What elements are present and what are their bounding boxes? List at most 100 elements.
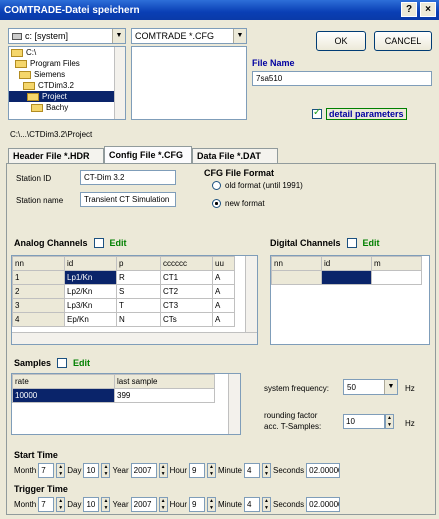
table-row[interactable]: 1 Lp1/Kn R CT1 A	[12, 270, 235, 285]
spin-icon[interactable]: ▲ ▼	[158, 463, 168, 478]
cfg-format-title: CFG File Format	[204, 168, 275, 178]
rounding-factor-stepper[interactable]: 10 ▲ ▼	[343, 414, 394, 429]
system-frequency-label: system frequency:	[264, 384, 329, 393]
start-time-row: Month 7 ▲ ▼ Day 10 ▲ ▼ Year 2007 ▲ ▼ Hour 9 ▲ ▼ …	[14, 463, 341, 478]
rounding-factor-input[interactable]: 10	[343, 414, 385, 429]
trigger-month-input[interactable]: 7	[38, 497, 55, 512]
detail-parameters-checkbox[interactable]	[312, 107, 322, 119]
file-name-label: File Name	[252, 58, 295, 68]
table-row[interactable]: 4 Ep/Kn N CTs A	[12, 312, 235, 327]
col-header: cccccc	[160, 256, 213, 271]
table-row[interactable]: 3 Lp3/Kn T CT3 A	[12, 298, 235, 313]
analog-table: nn id p cccccc uu 1 Lp1/Kn R CT1 A 2 Lp2…	[12, 256, 235, 327]
digital-edit-checkbox[interactable]	[346, 238, 357, 248]
start-seconds-input[interactable]: 02.000000	[306, 463, 341, 478]
spin-icon[interactable]: ▲ ▼	[206, 463, 216, 478]
folder-item[interactable]: Siemens	[9, 69, 125, 80]
col-header: nn	[271, 256, 322, 271]
col-header: id	[64, 256, 117, 271]
col-header: nn	[12, 256, 65, 271]
folder-item-selected[interactable]: Project	[9, 91, 125, 102]
col-header: p	[116, 256, 161, 271]
rounding-factor-label: rounding factor acc. T-Samples:	[264, 411, 322, 431]
system-frequency-combo[interactable]: 50 ▼	[343, 379, 398, 395]
radio-selected-icon[interactable]	[212, 199, 221, 208]
samples-title: Samples	[14, 358, 52, 368]
tab-header-file[interactable]: Header File *.HDR	[8, 148, 104, 163]
trigger-day-input[interactable]: 10	[83, 497, 100, 512]
detail-parameters[interactable]: detail parameters	[312, 107, 407, 120]
station-name-input[interactable]: Transient CT Simulation	[80, 192, 176, 207]
tab-config-file[interactable]: Config File *.CFG	[104, 146, 192, 163]
folder-item[interactable]: CTDim3.2	[9, 80, 125, 91]
digital-channels-grid[interactable]: nn id m	[270, 255, 430, 345]
start-year-input[interactable]: 2007	[130, 463, 157, 478]
spin-icon[interactable]: ▲ ▼	[101, 463, 111, 478]
digital-channels-header: Digital Channels Edit	[270, 238, 380, 248]
spin-icon[interactable]: ▲ ▼	[206, 497, 216, 512]
help-button[interactable]: ?	[401, 2, 417, 17]
folder-item[interactable]: C:\	[9, 47, 125, 58]
spin-icon[interactable]: ▲ ▼	[158, 497, 168, 512]
trigger-year-input[interactable]: 2007	[130, 497, 157, 512]
current-path: C:\...\CTDim3.2\Project	[10, 130, 93, 139]
table-row[interactable]	[271, 270, 422, 285]
digital-table: nn id m	[271, 256, 422, 285]
samples-header: Samples Edit	[14, 358, 90, 368]
detail-parameters-label: detail parameters	[326, 108, 407, 120]
samples-edit-checkbox[interactable]	[57, 358, 68, 368]
new-format-option[interactable]: new format	[212, 199, 265, 208]
title-bar: COMTRADE-Datei speichern ? ×	[0, 0, 439, 20]
drive-combo[interactable]: c: [system] ▼	[8, 28, 126, 44]
start-minute-input[interactable]: 4	[244, 463, 260, 478]
ok-button[interactable]: OK	[316, 31, 366, 51]
trigger-seconds-input[interactable]: 02.000000	[306, 497, 341, 512]
filter-combo[interactable]: COMTRADE *.CFG ▼	[131, 28, 247, 44]
cancel-button[interactable]: CANCEL	[374, 31, 432, 51]
trigger-minute-input[interactable]: 4	[244, 497, 260, 512]
analog-vertical-scrollbar[interactable]	[245, 256, 257, 332]
analog-horizontal-scrollbar[interactable]	[12, 332, 257, 344]
folder-icon	[23, 81, 35, 90]
spin-icon[interactable]: ▲ ▼	[56, 497, 66, 512]
trigger-time-row: Month 7 ▲ ▼ Day 10 ▲ ▼ Year 2007 ▲ ▼ Hour 9 ▲ ▼ …	[14, 497, 341, 512]
old-format-option[interactable]: old format (until 1991)	[212, 181, 303, 190]
analog-channels-header: Analog Channels Edit	[14, 238, 127, 248]
radio-icon[interactable]	[212, 181, 221, 190]
start-month-input[interactable]: 7	[38, 463, 55, 478]
trigger-hour-input[interactable]: 9	[188, 497, 205, 512]
samples-scrollbar[interactable]	[228, 374, 240, 434]
folder-icon	[27, 92, 39, 101]
table-row[interactable]: 2 Lp2/Kn S CT2 A	[12, 284, 235, 299]
col-header: m	[371, 256, 422, 271]
folder-item[interactable]: Bachy	[9, 102, 125, 113]
tab-data-file[interactable]: Data File *.DAT	[192, 148, 278, 163]
folder-icon	[31, 103, 43, 112]
chevron-down-icon[interactable]: ▼	[233, 29, 246, 43]
spin-icon[interactable]: ▲ ▼	[385, 414, 394, 429]
folder-item[interactable]: Program Files	[9, 58, 125, 69]
start-day-input[interactable]: 10	[83, 463, 100, 478]
analog-channels-grid[interactable]: nn id p cccccc uu 1 Lp1/Kn R CT1 A 2 Lp2…	[11, 255, 258, 345]
digital-channels-title: Digital Channels	[270, 238, 341, 248]
file-name-input[interactable]: 7sa510	[252, 71, 432, 86]
spin-icon[interactable]: ▲ ▼	[262, 497, 271, 512]
chevron-down-icon[interactable]: ▼	[112, 29, 125, 43]
digital-edit-label: Edit	[362, 238, 380, 248]
spin-icon[interactable]: ▲ ▼	[262, 463, 271, 478]
samples-grid[interactable]: rate last sample 10000 399	[11, 373, 241, 435]
close-button[interactable]: ×	[420, 2, 436, 17]
trigger-time-title: Trigger Time	[14, 484, 68, 494]
start-hour-input[interactable]: 9	[188, 463, 205, 478]
station-id-input[interactable]: CT-Dim 3.2	[80, 170, 176, 185]
samples-edit-label: Edit	[73, 358, 91, 368]
chevron-down-icon[interactable]: ▼	[384, 380, 397, 394]
folder-tree[interactable]: C:\ Program Files Siemens CTDim3.2 Proje…	[8, 46, 126, 120]
analog-edit-checkbox[interactable]	[93, 238, 104, 248]
folder-icon	[15, 59, 27, 68]
spin-icon[interactable]: ▲ ▼	[56, 463, 66, 478]
file-list[interactable]	[131, 46, 247, 120]
spin-icon[interactable]: ▲ ▼	[101, 497, 111, 512]
folder-scrollbar[interactable]	[114, 47, 125, 119]
table-row[interactable]: 10000 399	[12, 388, 215, 403]
